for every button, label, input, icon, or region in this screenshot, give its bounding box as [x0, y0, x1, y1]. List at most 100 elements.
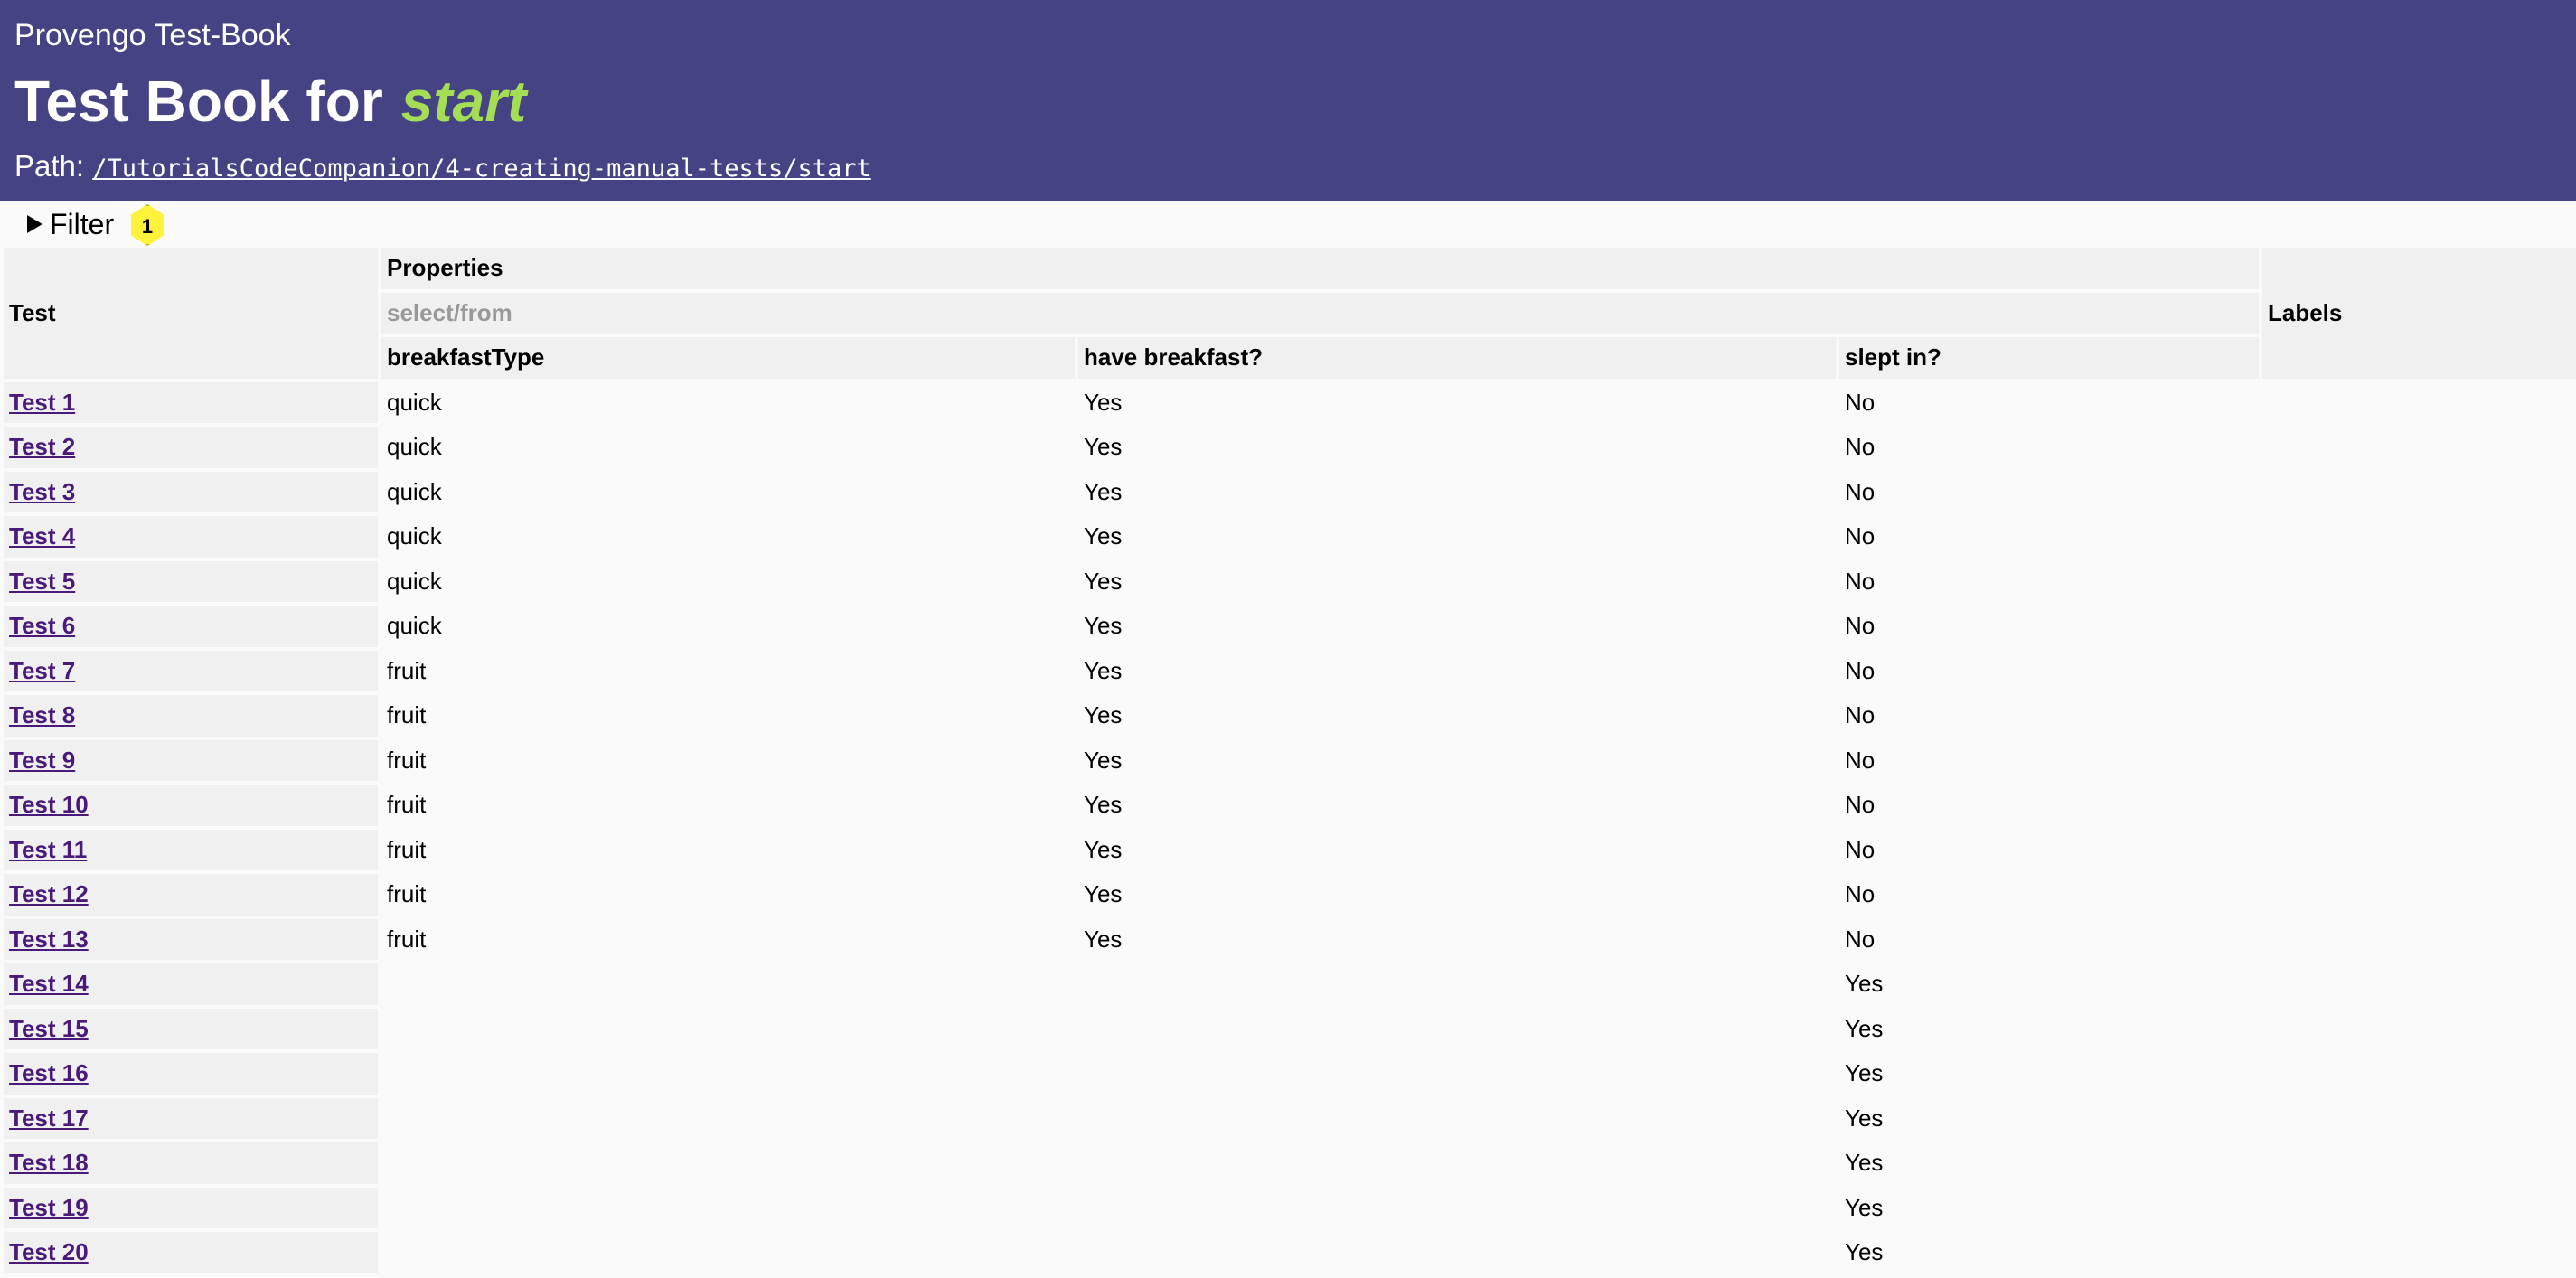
- table-row: Test 13 fruit Yes No: [4, 918, 2576, 960]
- labels-cell: [2262, 830, 2576, 871]
- test-column-header: Test: [4, 248, 378, 379]
- have-breakfast-cell: [1078, 1232, 1836, 1273]
- test-cell: Test 7: [4, 650, 378, 691]
- breakfast-type-cell: fruit: [387, 880, 427, 908]
- test-cell: Test 9: [4, 739, 378, 781]
- have-breakfast-cell: [1078, 1188, 1836, 1229]
- slept-in-cell: No: [1845, 835, 1876, 863]
- test-link[interactable]: Test 13: [9, 926, 89, 953]
- test-cell: Test 17: [4, 1097, 378, 1139]
- have-breakfast-cell: Yes: [1084, 656, 1123, 684]
- labels-cell: [2262, 1188, 2576, 1229]
- breakfast-type-cell: quick: [387, 567, 442, 595]
- test-cell: Test 16: [4, 1053, 378, 1095]
- table-row: Test 1 quick Yes No: [4, 381, 2576, 424]
- table-row: Test 15 Yes: [4, 1008, 2576, 1050]
- test-cell: Test 3: [4, 471, 378, 512]
- have-breakfast-cell: [1078, 963, 1836, 1005]
- table-row: Test 10 fruit Yes No: [4, 785, 2576, 826]
- test-link[interactable]: Test 17: [9, 1104, 89, 1132]
- have-breakfast-cell: [1078, 1053, 1836, 1095]
- labels-cell: [2262, 472, 2576, 513]
- test-link[interactable]: Test 2: [9, 433, 75, 460]
- have-breakfast-cell: Yes: [1084, 388, 1123, 416]
- breakfast-type-cell: [381, 1142, 1075, 1184]
- breakfast-type-cell: fruit: [387, 701, 427, 729]
- test-link[interactable]: Test 18: [9, 1149, 89, 1176]
- table-row: Test 16 Yes: [4, 1053, 2576, 1095]
- filter-toggle[interactable]: Filter: [27, 208, 114, 240]
- slept-in-cell: No: [1845, 567, 1876, 595]
- slept-in-cell: No: [1845, 656, 1876, 684]
- breakfast-type-cell: [381, 1009, 1075, 1050]
- have-breakfast-column-header: have breakfast?: [1078, 337, 1836, 379]
- have-breakfast-cell: Yes: [1084, 925, 1123, 953]
- labels-cell: [2262, 1098, 2576, 1140]
- table-row: Test 8 fruit Yes No: [4, 695, 2576, 737]
- labels-cell: [2262, 606, 2576, 647]
- slept-in-cell: No: [1845, 701, 1876, 729]
- have-breakfast-cell: Yes: [1084, 567, 1123, 595]
- properties-subheader: select/from: [381, 292, 2259, 334]
- path-line: Path: /TutorialsCodeCompanion/4-creating…: [14, 148, 2562, 187]
- breakfast-type-cell: quick: [387, 522, 442, 550]
- test-link[interactable]: Test 3: [9, 478, 75, 505]
- breakfast-type-cell: [381, 1232, 1075, 1273]
- test-link[interactable]: Test 11: [9, 836, 87, 863]
- test-table: Test Properties Labels select/from break…: [0, 244, 2576, 1277]
- page-title: Test Book for start: [14, 67, 2562, 136]
- disclosure-triangle-icon: [27, 215, 42, 233]
- test-link[interactable]: Test 16: [9, 1059, 89, 1086]
- have-breakfast-cell: Yes: [1084, 477, 1123, 505]
- test-link[interactable]: Test 15: [9, 1015, 89, 1042]
- labels-cell: [2262, 561, 2576, 603]
- breakfast-type-cell: [381, 1188, 1075, 1229]
- labels-cell: [2262, 695, 2576, 737]
- table-row: Test 17 Yes: [4, 1097, 2576, 1140]
- test-link[interactable]: Test 6: [9, 612, 75, 639]
- page-title-prefix: Test Book for: [14, 69, 383, 134]
- test-link[interactable]: Test 1: [9, 389, 75, 416]
- labels-cell: [2262, 382, 2576, 424]
- slept-in-cell: No: [1845, 746, 1876, 774]
- test-link[interactable]: Test 19: [9, 1194, 89, 1221]
- test-link[interactable]: Test 14: [9, 970, 89, 997]
- table-row: Test 6 quick Yes No: [4, 606, 2576, 647]
- slept-in-cell: No: [1845, 612, 1876, 640]
- test-cell: Test 19: [4, 1187, 378, 1228]
- test-cell: Test 11: [4, 829, 378, 870]
- table-row: Test 4 quick Yes No: [4, 516, 2576, 558]
- test-link[interactable]: Test 7: [9, 657, 75, 684]
- breakfast-type-cell: fruit: [387, 925, 427, 953]
- filter-count-badge: 1: [130, 204, 165, 246]
- labels-cell: [2262, 1142, 2576, 1184]
- test-link[interactable]: Test 20: [9, 1238, 89, 1265]
- breakfast-type-cell: fruit: [387, 656, 427, 684]
- slept-in-cell: No: [1845, 522, 1876, 550]
- test-link[interactable]: Test 9: [9, 747, 75, 774]
- test-cell: Test 1: [4, 381, 378, 423]
- path-link[interactable]: /TutorialsCodeCompanion/4-creating-manua…: [92, 155, 871, 183]
- slept-in-cell: No: [1845, 925, 1876, 953]
- have-breakfast-cell: Yes: [1084, 791, 1123, 819]
- have-breakfast-cell: Yes: [1084, 522, 1123, 550]
- test-cell: Test 20: [4, 1232, 378, 1273]
- have-breakfast-cell: Yes: [1084, 835, 1123, 863]
- breakfast-type-cell: [381, 963, 1075, 1005]
- test-link[interactable]: Test 10: [9, 791, 89, 818]
- test-link[interactable]: Test 8: [9, 701, 75, 728]
- have-breakfast-cell: Yes: [1084, 612, 1123, 640]
- page-title-target: start: [400, 69, 527, 134]
- slept-in-cell: Yes: [1845, 1149, 1884, 1177]
- test-cell: Test 8: [4, 695, 378, 737]
- labels-cell: [2262, 516, 2576, 558]
- test-link[interactable]: Test 12: [9, 880, 89, 907]
- test-cell: Test 6: [4, 606, 378, 647]
- test-link[interactable]: Test 5: [9, 568, 75, 595]
- test-cell: Test 4: [4, 516, 378, 558]
- breakfast-type-cell: quick: [387, 612, 442, 640]
- slept-in-cell: No: [1845, 791, 1876, 819]
- breakfast-type-column-header: breakfastType: [381, 337, 1075, 379]
- labels-cell: [2262, 651, 2576, 692]
- test-link[interactable]: Test 4: [9, 522, 75, 550]
